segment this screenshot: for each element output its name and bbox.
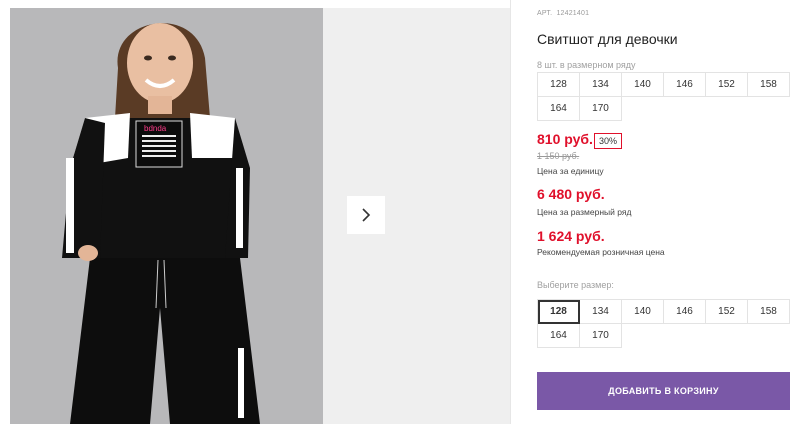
gallery-next-button[interactable] <box>347 196 385 234</box>
row-price: 6 480 руб. <box>537 186 605 202</box>
choose-size-label: Выберите размер: <box>537 280 614 290</box>
unit-price: 810 руб. <box>537 131 593 147</box>
size-option-146[interactable]: 146 <box>664 300 706 324</box>
size-option-128[interactable]: 128 <box>538 300 580 324</box>
size-row-cell: 152 <box>706 73 748 97</box>
discount-badge: 30% <box>594 133 623 149</box>
row-price-note: Цена за размерный ряд <box>537 207 632 217</box>
size-row-cell: 134 <box>580 73 622 97</box>
size-selector: 128 134 140 146 152 158 164 170 <box>537 299 790 348</box>
panel-divider <box>510 0 511 424</box>
unit-price-note: Цена за единицу <box>537 166 604 176</box>
product-photo-main[interactable]: bdnda <box>10 8 323 424</box>
product-gallery: bdnda <box>0 0 510 424</box>
size-option-134[interactable]: 134 <box>580 300 622 324</box>
article-label: АРТ. <box>537 10 553 17</box>
size-option-170[interactable]: 170 <box>580 324 622 348</box>
size-row-cell: 128 <box>538 73 580 97</box>
size-option-158[interactable]: 158 <box>748 300 790 324</box>
retail-price-note: Рекомендуемая розничная цена <box>537 247 665 257</box>
size-row-cell: 170 <box>580 97 622 121</box>
product-photo-illustration: bdnda <box>10 8 323 424</box>
size-row-grid: 128 134 140 146 152 158 164 170 <box>537 72 790 121</box>
article-number: АРТ. 12421401 <box>537 10 589 17</box>
old-price: 1 150 руб. <box>537 151 580 161</box>
size-row-cell: 158 <box>748 73 790 97</box>
size-row-cell: 146 <box>664 73 706 97</box>
size-option-152[interactable]: 152 <box>706 300 748 324</box>
size-row-cell: 164 <box>538 97 580 121</box>
size-option-140[interactable]: 140 <box>622 300 664 324</box>
chevron-right-icon <box>362 208 371 222</box>
size-option-164[interactable]: 164 <box>538 324 580 348</box>
product-title: Свитшот для девочки <box>537 31 678 47</box>
chest-print-text: bdnda <box>144 124 167 133</box>
retail-price: 1 624 руб. <box>537 228 605 244</box>
size-row-cell: 140 <box>622 73 664 97</box>
article-value: 12421401 <box>556 10 590 17</box>
size-row-note: 8 шт. в размерном ряду <box>537 60 636 70</box>
add-to-cart-button[interactable]: ДОБАВИТЬ В КОРЗИНУ <box>537 372 790 410</box>
